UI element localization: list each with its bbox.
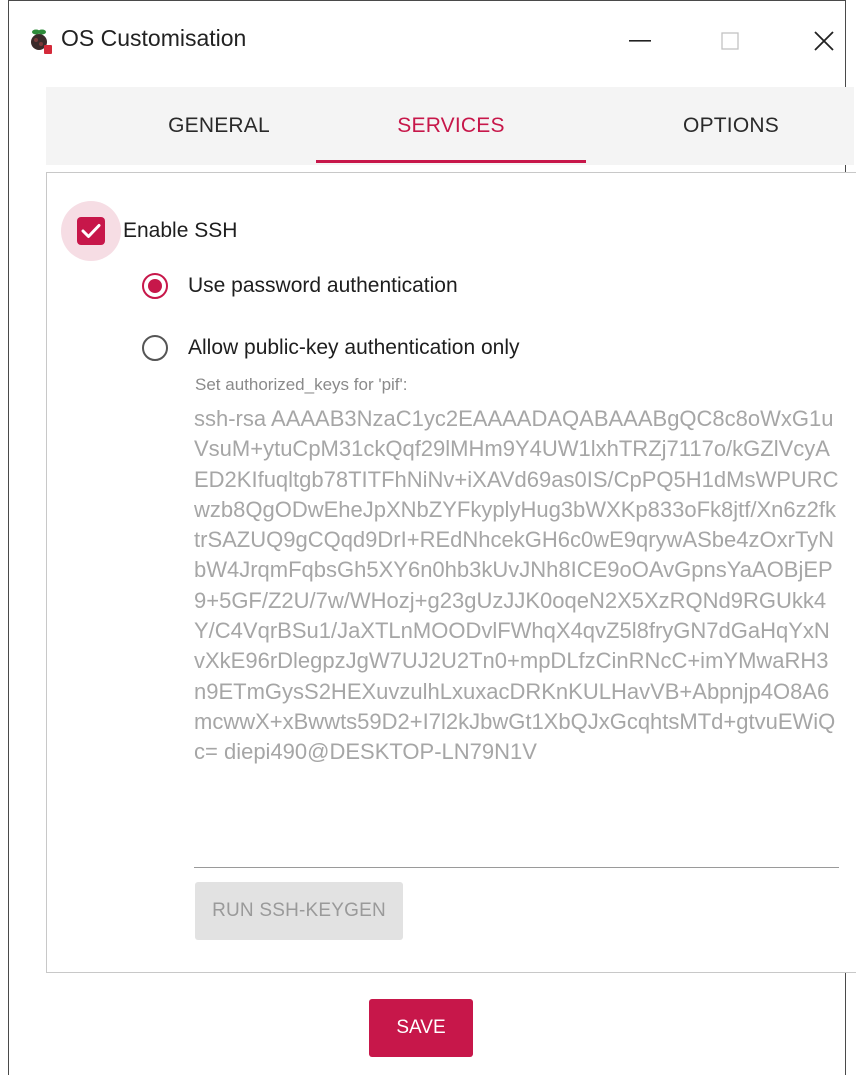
close-icon[interactable] [801, 19, 847, 63]
os-customisation-window: OS Customisation GENERAL SERVICES OPTION… [8, 0, 856, 1075]
password-auth-option[interactable]: Use password authentication [142, 273, 458, 299]
authorized-keys-caption: Set authorized_keys for 'pif': [195, 375, 408, 394]
enable-ssh-checkbox[interactable] [77, 217, 105, 245]
tab-options[interactable]: OPTIONS [596, 87, 856, 165]
checkbox-focus-halo [61, 201, 121, 261]
minimize-icon[interactable] [617, 19, 663, 63]
public-key-auth-radio[interactable] [142, 335, 168, 361]
tab-services[interactable]: SERVICES [316, 87, 586, 165]
enable-ssh-label: Enable SSH [123, 219, 238, 242]
password-auth-radio[interactable] [142, 273, 168, 299]
radio-selected-dot [148, 279, 162, 293]
password-auth-label: Use password authentication [188, 274, 458, 297]
save-button[interactable]: SAVE [369, 999, 473, 1057]
title-bar: OS Customisation [9, 1, 845, 81]
services-panel: Enable SSH Use password authentication A… [46, 172, 856, 973]
checkmark-icon [81, 224, 101, 238]
public-key-auth-option[interactable]: Allow public-key authentication only [142, 335, 520, 361]
run-ssh-keygen-button[interactable]: RUN SSH-KEYGEN [195, 882, 403, 940]
window-title: OS Customisation [61, 25, 247, 51]
active-tab-indicator [316, 160, 586, 163]
enable-ssh-row[interactable]: Enable SSH [61, 201, 237, 261]
tab-general[interactable]: GENERAL [84, 87, 354, 165]
public-key-auth-label: Allow public-key authentication only [188, 336, 520, 359]
maximize-icon[interactable] [707, 19, 753, 63]
authorized-keys-field[interactable]: ssh-rsa AAAAB3NzaC1yc2EAAAADAQABAAABgQC8… [194, 404, 839, 768]
tab-bar: GENERAL SERVICES OPTIONS [46, 87, 854, 165]
authorized-keys-underline [194, 867, 839, 868]
raspberry-pi-icon [28, 28, 52, 54]
